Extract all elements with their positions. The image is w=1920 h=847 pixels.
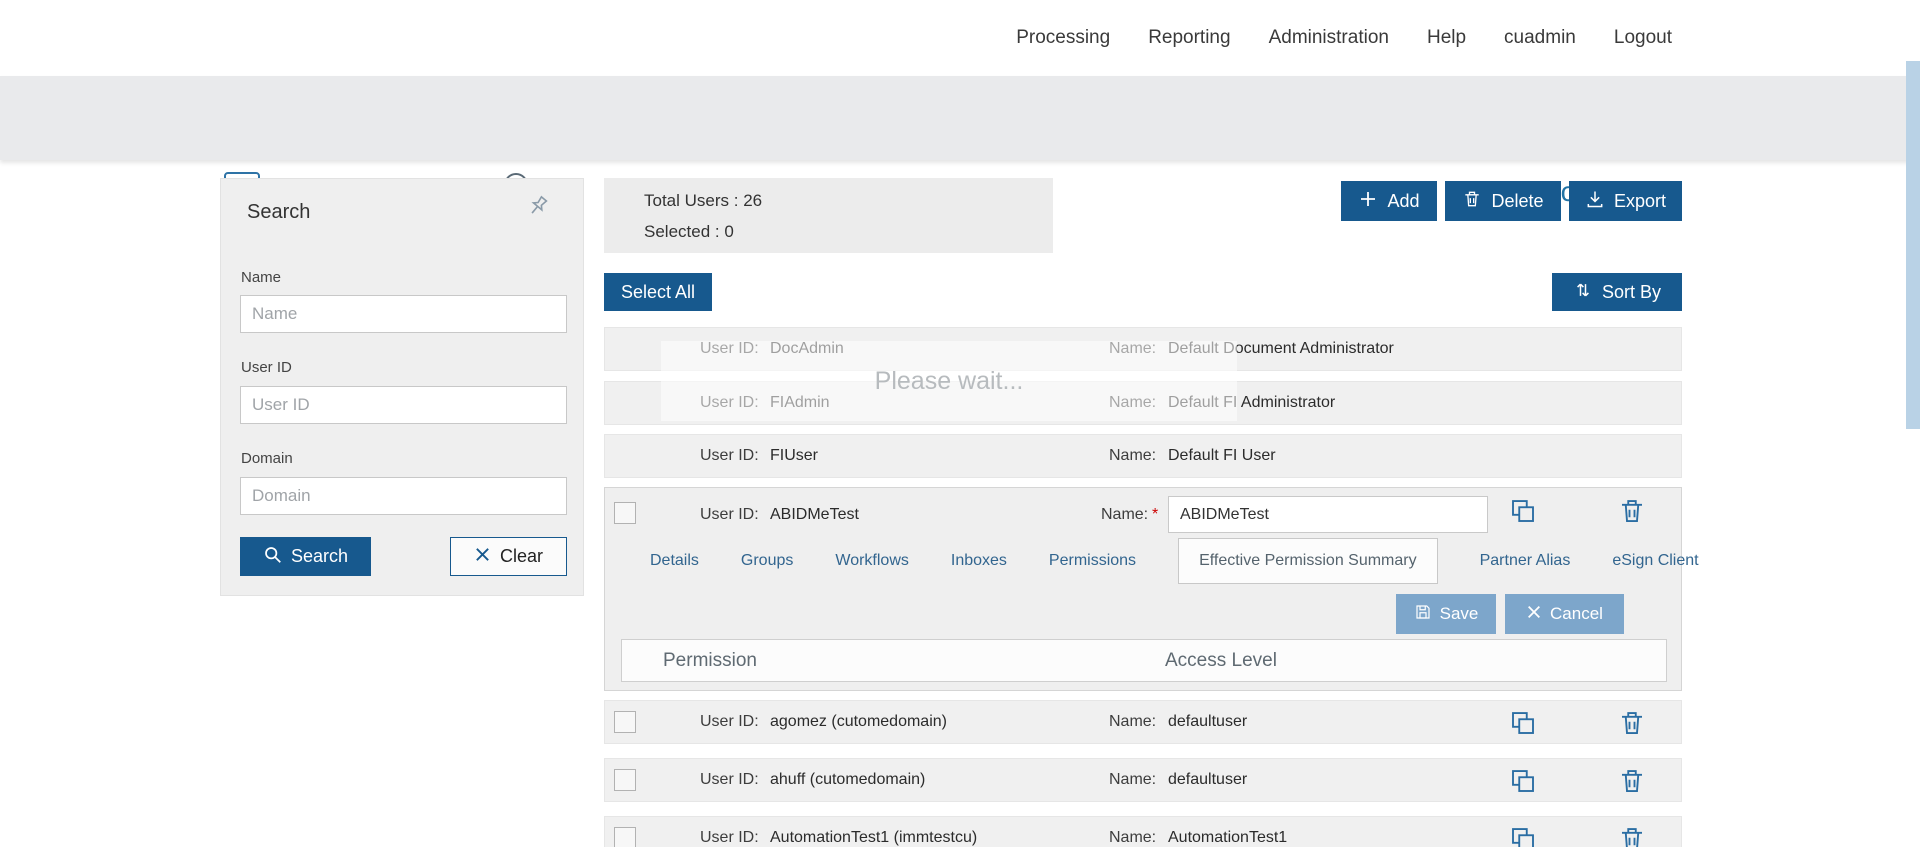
domain-field-label: Domain: [241, 450, 293, 467]
user-row-agomez[interactable]: User ID: agomez (cutomedomain) Name: def…: [604, 700, 1682, 744]
trash-icon[interactable]: [1617, 766, 1647, 796]
pin-icon[interactable]: [525, 193, 551, 224]
select-all-label: Select All: [620, 281, 696, 302]
save-button-label: Save: [1439, 604, 1479, 623]
access-level-column-header: Access Level: [1165, 650, 1277, 671]
scrollbar-thumb[interactable]: [1906, 61, 1920, 429]
nav-administration[interactable]: Administration: [1269, 27, 1389, 49]
clear-button-label: Clear: [499, 546, 543, 566]
search-icon: [263, 545, 282, 569]
tab-groups[interactable]: Groups: [741, 552, 793, 570]
copy-icon[interactable]: [1508, 824, 1538, 847]
search-panel: Search Name User ID Domain Search Clear: [220, 178, 584, 596]
user-name-input[interactable]: [1168, 496, 1488, 533]
user-row-ahuff[interactable]: User ID: ahuff (cutomedomain) Name: defa…: [604, 758, 1682, 802]
user-id-value: AutomationTest1 (immtestcu): [770, 829, 978, 846]
row-checkbox[interactable]: [614, 769, 636, 791]
row-checkbox[interactable]: [614, 827, 636, 847]
select-all-button[interactable]: Select All: [604, 273, 712, 311]
name-value: Default FI User: [1168, 447, 1276, 464]
name-input[interactable]: [240, 295, 567, 333]
trash-icon[interactable]: [1617, 496, 1647, 526]
cancel-x-icon: [1526, 604, 1542, 625]
selected-count-text: Selected : 0: [644, 222, 734, 241]
nav-reporting[interactable]: Reporting: [1148, 27, 1230, 49]
page-header: User Maintenance i Kinective Sign: [0, 76, 1920, 208]
copy-icon[interactable]: [1508, 766, 1538, 796]
trash-icon[interactable]: [1617, 708, 1647, 738]
search-button[interactable]: Search: [240, 537, 371, 576]
plus-icon: [1358, 189, 1378, 214]
export-button-label: Export: [1613, 190, 1667, 211]
permission-table-header: Permission Access Level: [621, 639, 1667, 682]
name-label: Name:: [1101, 506, 1149, 523]
loading-text: Please wait...: [874, 366, 1024, 395]
copy-icon[interactable]: [1508, 708, 1538, 738]
userid-input[interactable]: [240, 386, 567, 424]
tab-partner-alias[interactable]: Partner Alias: [1480, 552, 1571, 570]
export-button[interactable]: Export: [1569, 181, 1682, 221]
nav-help[interactable]: Help: [1427, 27, 1466, 49]
user-id-value: ABIDMeTest: [770, 506, 859, 523]
cancel-button[interactable]: Cancel: [1505, 594, 1624, 634]
required-asterisk: *: [1152, 506, 1159, 523]
save-button[interactable]: Save: [1396, 594, 1496, 634]
sort-by-button[interactable]: Sort By: [1552, 273, 1682, 311]
total-users-text: Total Users : 26: [644, 191, 763, 210]
user-id-value: FIUser: [770, 447, 818, 464]
name-label: Name:: [1109, 713, 1157, 730]
tab-effective-permission-summary[interactable]: Effective Permission Summary: [1178, 538, 1438, 584]
expanded-user-row: User ID: ABIDMeTest Name: * Details Grou…: [604, 487, 1699, 691]
row-checkbox[interactable]: [614, 502, 636, 524]
name-value: AutomationTest1: [1168, 829, 1288, 846]
name-value: defaultuser: [1168, 771, 1248, 788]
search-button-label: Search: [290, 546, 349, 566]
nav-logout[interactable]: Logout: [1614, 27, 1672, 49]
name-label: Name:: [1109, 447, 1157, 464]
tab-esign-client[interactable]: eSign Client: [1612, 552, 1698, 570]
userid-field-label: User ID: [241, 359, 292, 376]
name-label: Name:: [1109, 829, 1157, 846]
sort-icon: [1573, 280, 1593, 305]
user-id-label: User ID:: [700, 713, 759, 730]
name-value: defaultuser: [1168, 713, 1248, 730]
delete-button-label: Delete: [1491, 190, 1544, 211]
name-label: Name:: [1109, 771, 1157, 788]
delete-button[interactable]: Delete: [1445, 181, 1561, 221]
user-row-fiuser[interactable]: User ID: FIUser Name: Default FI User: [604, 434, 1682, 478]
domain-input[interactable]: [240, 477, 567, 515]
trash-icon: [1462, 189, 1482, 214]
tab-permissions[interactable]: Permissions: [1049, 552, 1136, 570]
tab-inboxes[interactable]: Inboxes: [951, 552, 1007, 570]
tab-workflows[interactable]: Workflows: [835, 552, 909, 570]
permission-column-header: Permission: [663, 650, 757, 671]
sort-by-label: Sort By: [1601, 281, 1662, 302]
user-row-automationtest1[interactable]: User ID: AutomationTest1 (immtestcu) Nam…: [604, 816, 1682, 847]
download-icon: [1585, 189, 1605, 214]
row-checkbox[interactable]: [614, 711, 636, 733]
trash-icon[interactable]: [1617, 824, 1647, 847]
top-navigation: Processing Reporting Administration Help…: [0, 0, 1920, 76]
copy-icon[interactable]: [1508, 496, 1538, 526]
clear-x-icon: [474, 546, 491, 568]
nav-username[interactable]: cuadmin: [1504, 27, 1576, 49]
cancel-button-label: Cancel: [1550, 604, 1603, 623]
user-id-value: ahuff (cutomedomain): [770, 771, 926, 788]
loading-overlay: Please wait...: [661, 341, 1237, 421]
clear-button[interactable]: Clear: [450, 537, 567, 576]
save-icon: [1414, 603, 1432, 626]
user-id-label: User ID:: [700, 506, 759, 523]
user-id-label: User ID:: [700, 771, 759, 788]
user-id-label: User ID:: [700, 447, 759, 464]
name-field-label: Name: [241, 269, 282, 286]
add-button[interactable]: Add: [1341, 181, 1437, 221]
user-id-value: agomez (cutomedomain): [770, 713, 947, 730]
add-button-label: Add: [1387, 190, 1420, 211]
tab-details[interactable]: Details: [650, 552, 699, 570]
summary-box: Total Users : 26 Selected : 0: [604, 178, 1053, 253]
search-panel-title: Search: [247, 201, 311, 223]
user-detail-tabs: Details Groups Workflows Inboxes Permiss…: [650, 536, 1699, 586]
user-id-label: User ID:: [700, 829, 759, 846]
nav-processing[interactable]: Processing: [1016, 27, 1110, 49]
